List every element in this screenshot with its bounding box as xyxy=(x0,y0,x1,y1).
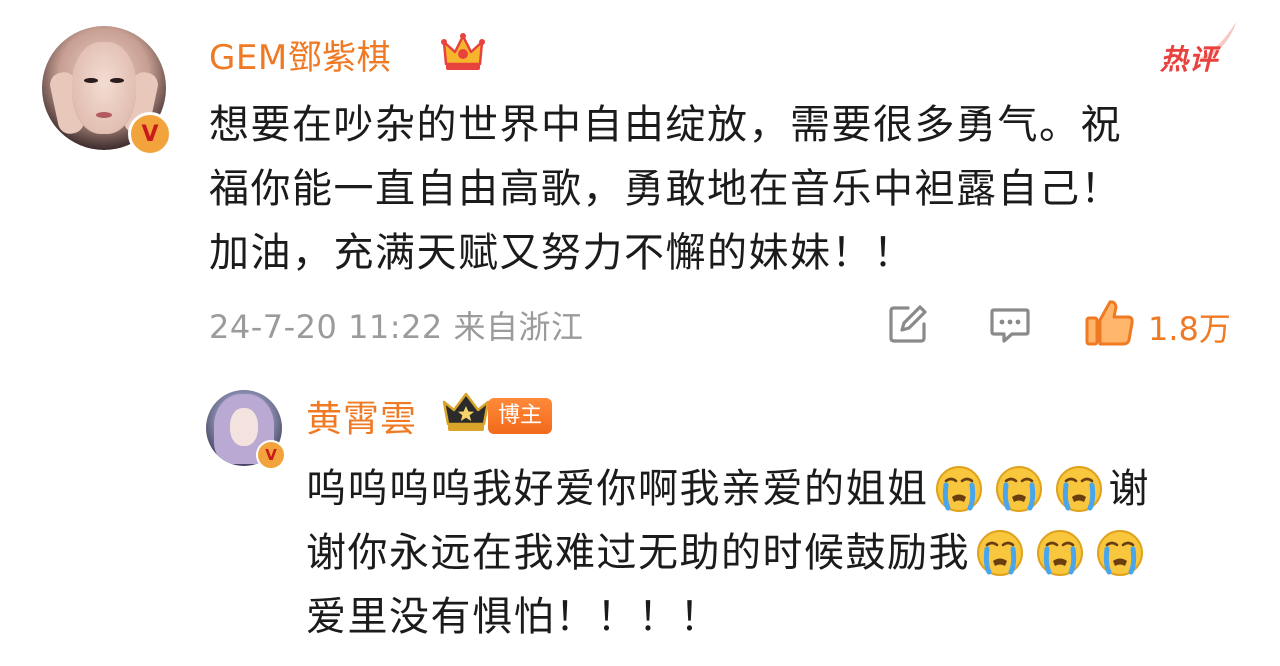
comment-line: 加油，充满天赋又努力不懈的妹妹！！ xyxy=(209,230,915,276)
thumbs-up-icon[interactable] xyxy=(1084,298,1136,348)
reply-line-text: 谢你永远在我难过无助的时候鼓励我 xyxy=(306,530,970,576)
crying-face-icon xyxy=(935,466,982,512)
avatar-face xyxy=(230,408,258,446)
reply-text: 呜呜呜呜我好爱你啊我亲爱的姐姐 谢 谢你永远在我难过无助的时候鼓励我 爱里没有惧… xyxy=(306,457,1246,649)
vip-crown-icon xyxy=(442,392,490,431)
verified-badge-icon: V xyxy=(128,112,172,156)
reply-line: 呜呜呜呜我好爱你啊我亲爱的姐姐 谢 xyxy=(306,457,1246,521)
reply-line-text: 爱里没有惧怕！！！！ xyxy=(306,594,721,640)
crying-face-icon xyxy=(995,466,1042,512)
comment-icon[interactable] xyxy=(988,302,1032,346)
comment-text: 想要在吵杂的世界中自由绽放，需要很多勇气。祝 福你能一直自由高歌，勇敢地在音乐中… xyxy=(209,93,1249,285)
share-icon[interactable] xyxy=(886,302,930,346)
reply-line-text: 呜呜呜呜我好爱你啊我亲爱的姐姐 xyxy=(306,466,929,512)
comment-line: 福你能一直自由高歌，勇敢地在音乐中袒露自己！ xyxy=(209,166,1122,212)
crying-face-icon xyxy=(977,530,1023,576)
like-count: 1.8万 xyxy=(1148,310,1231,348)
crown-icon xyxy=(441,33,485,70)
avatar-eye-left xyxy=(84,78,98,83)
avatar-lips xyxy=(96,112,112,118)
crying-face-icon xyxy=(1097,530,1143,576)
avatar-eye-right xyxy=(110,78,124,83)
reply-username[interactable]: 黄霄雲 xyxy=(306,390,417,442)
hot-comment-tag: 热评 xyxy=(1160,43,1219,76)
crying-face-icon xyxy=(1037,530,1083,576)
reply-line: 爱里没有惧怕！！！！ xyxy=(306,585,1246,649)
reply-line-suffix: 谢 xyxy=(1108,466,1150,512)
avatar-face xyxy=(72,42,136,134)
blogger-badge: 博主 xyxy=(488,398,553,434)
verified-badge-icon: V xyxy=(256,440,286,470)
comment-timestamp: 24-7-20 11:22 来自浙江 xyxy=(209,308,584,346)
username[interactable]: GEM鄧紫棋 xyxy=(209,30,391,79)
comment-line: 想要在吵杂的世界中自由绽放，需要很多勇气。祝 xyxy=(209,102,1122,148)
reply-line: 谢你永远在我难过无助的时候鼓励我 xyxy=(306,521,1246,585)
crying-face-icon xyxy=(1055,466,1102,512)
